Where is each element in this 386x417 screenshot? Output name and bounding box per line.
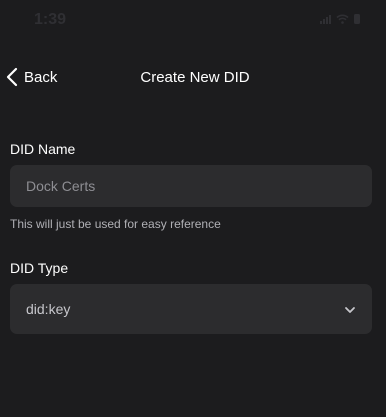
did-name-value: Dock Certs [26,178,96,194]
status-bar: 1:39 [0,0,386,44]
did-type-label: DID Type [10,260,69,276]
status-time: 1:39 [34,11,67,28]
page-title: Create New DID [140,69,250,86]
did-name-helper: This will just be used for easy referenc… [10,217,221,231]
signal-icon [320,15,331,24]
did-name-input[interactable]: Dock Certs [10,165,372,207]
did-type-value: did:key [26,301,71,317]
did-type-select[interactable]: did:key [10,284,372,334]
did-name-label: DID Name [10,141,76,157]
wifi-icon [336,14,349,24]
chevron-down-icon [344,301,356,317]
nav-bar: Back Create New DID [0,58,386,98]
status-icons [320,14,360,24]
battery-icon [354,14,360,24]
